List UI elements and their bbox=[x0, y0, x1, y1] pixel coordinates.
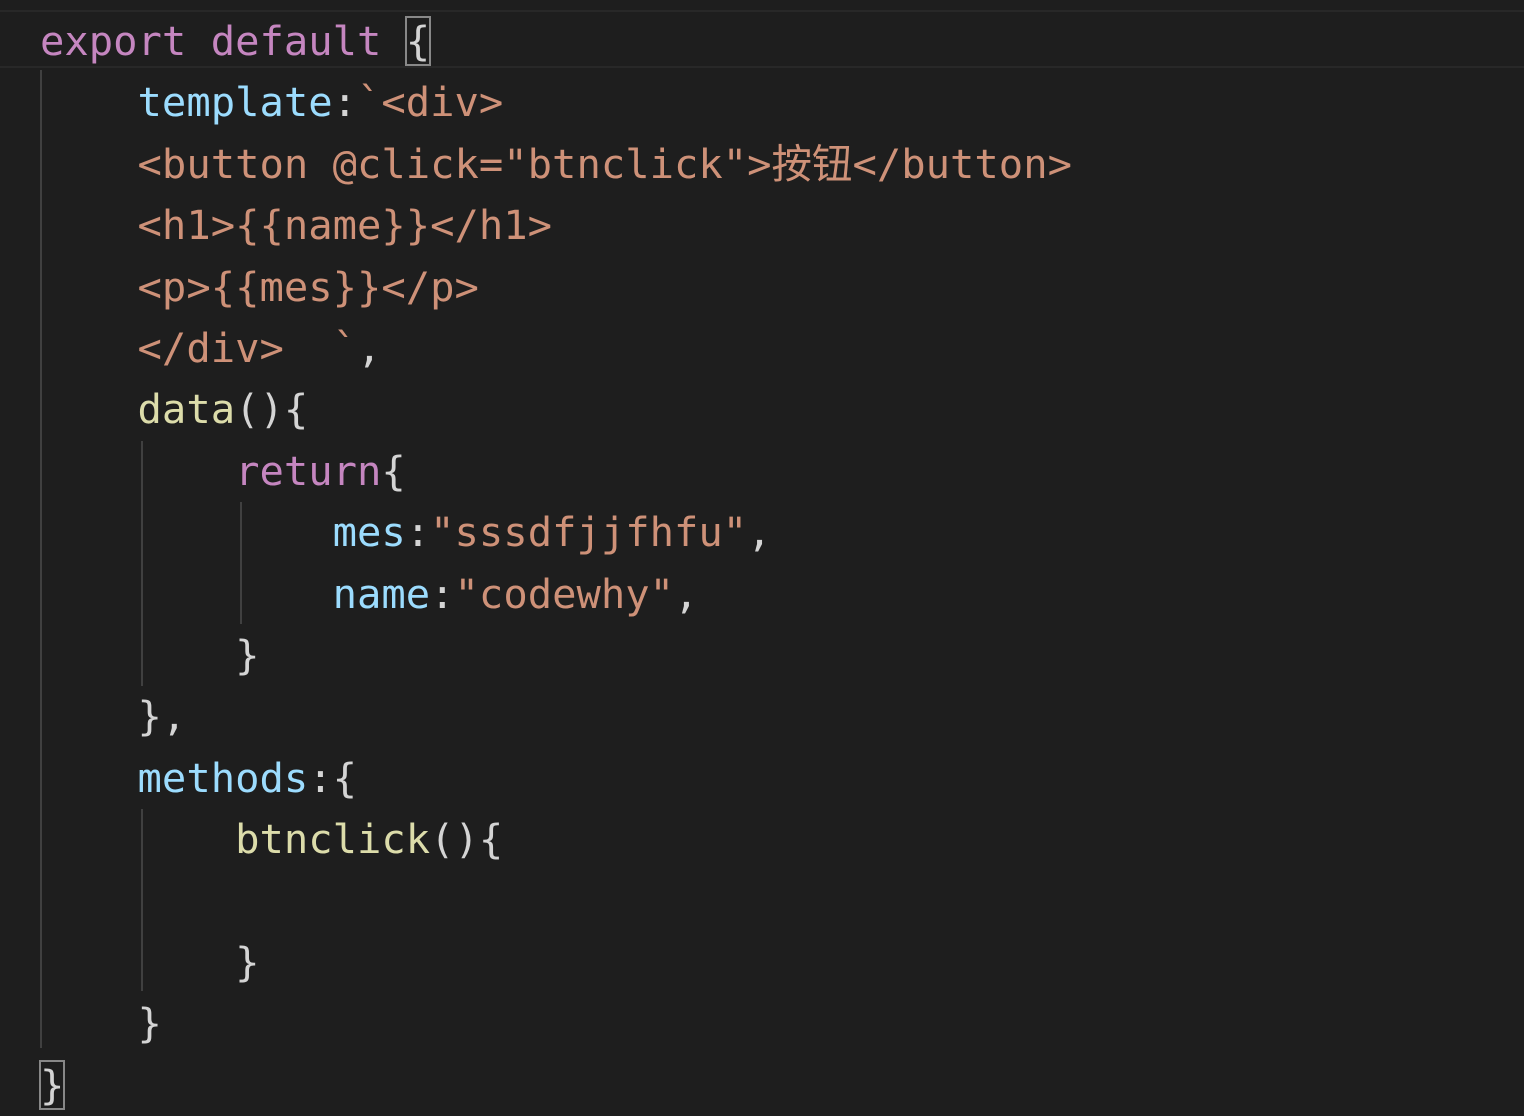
template-string: `<div> bbox=[357, 78, 504, 127]
property-name: name bbox=[332, 569, 431, 618]
code-line-7: data(){ bbox=[40, 379, 1072, 440]
punctuation: } bbox=[235, 630, 260, 679]
code-line-18: } bbox=[38, 1055, 1072, 1116]
punctuation: :{ bbox=[308, 753, 358, 802]
code-line-3: <button @click="btnclick">按钮</button> bbox=[40, 134, 1072, 195]
property-mes: mes bbox=[332, 508, 406, 557]
comma: , bbox=[357, 323, 382, 372]
code-line-9: mes:"sssdfjjfhfu", bbox=[40, 502, 1072, 563]
code-lines[interactable]: export default { template:`<div> <button… bbox=[38, 11, 1072, 1116]
function-data: data bbox=[137, 385, 236, 434]
template-string: <h1>{{name}}</h1> bbox=[137, 201, 553, 250]
template-string: </div> ` bbox=[137, 323, 357, 372]
punctuation: (){ bbox=[430, 815, 504, 864]
keyword-return: return bbox=[235, 446, 382, 495]
punctuation: { bbox=[381, 446, 406, 495]
comma: , bbox=[747, 508, 772, 557]
punctuation: }, bbox=[137, 692, 187, 741]
punctuation: (){ bbox=[235, 385, 309, 434]
punctuation: } bbox=[235, 937, 260, 986]
code-line-8: return{ bbox=[40, 441, 1072, 502]
keyword-export: export bbox=[40, 17, 187, 65]
matched-bracket-open: { bbox=[404, 16, 432, 66]
code-line-1: export default { bbox=[40, 11, 1072, 72]
template-string: <p>{{mes}}</p> bbox=[137, 262, 479, 311]
code-line-17: } bbox=[40, 993, 1072, 1054]
matched-bracket-close: } bbox=[38, 1059, 66, 1110]
code-line-13: methods:{ bbox=[40, 748, 1072, 809]
property-template: template bbox=[137, 78, 333, 127]
code-line-16: } bbox=[40, 932, 1072, 993]
colon: : bbox=[332, 78, 358, 127]
function-btnclick: btnclick bbox=[235, 815, 431, 864]
string-mes: "sssdfjjfhfu" bbox=[430, 508, 748, 557]
code-line-5: <p>{{mes}}</p> bbox=[40, 257, 1072, 318]
property-methods: methods bbox=[137, 753, 309, 802]
punctuation: } bbox=[137, 999, 162, 1048]
comma: , bbox=[674, 569, 699, 618]
code-editor[interactable]: export default { template:`<div> <button… bbox=[0, 0, 1524, 1110]
code-line-2: template:`<div> bbox=[40, 72, 1072, 133]
template-string: <button @click="btnclick">按钮</button> bbox=[137, 139, 1072, 188]
code-line-4: <h1>{{name}}</h1> bbox=[40, 195, 1072, 256]
code-line-11: } bbox=[40, 625, 1072, 686]
code-line-12: }, bbox=[40, 686, 1072, 747]
keyword-default: default bbox=[210, 17, 382, 65]
colon: : bbox=[430, 569, 455, 618]
string-name: "codewhy" bbox=[454, 569, 674, 618]
colon: : bbox=[405, 508, 431, 557]
code-line-6: </div> `, bbox=[40, 318, 1072, 379]
code-line-10: name:"codewhy", bbox=[40, 564, 1072, 625]
code-line-14: btnclick(){ bbox=[40, 809, 1072, 870]
